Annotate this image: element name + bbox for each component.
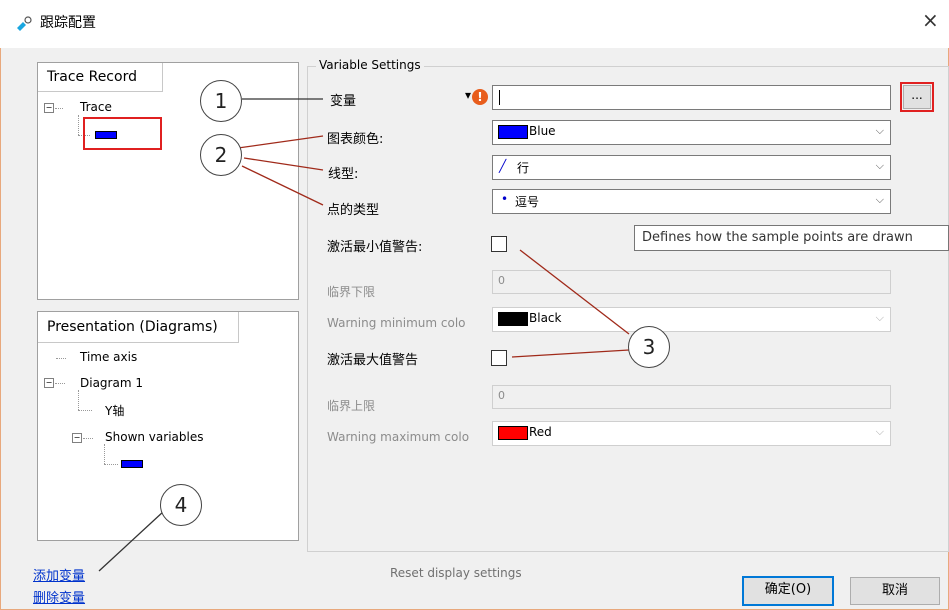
leader-line-3a — [519, 249, 630, 335]
callout-4: 4 — [160, 484, 202, 526]
annotation-lines — [98, 98, 630, 572]
leader-line-4 — [98, 510, 165, 572]
leader-line-3b — [511, 349, 630, 358]
callout-2: 2 — [200, 134, 242, 176]
callout-1: 1 — [200, 80, 242, 122]
leader-line-2b — [243, 157, 324, 171]
leader-line-2a — [237, 135, 324, 149]
callout-3: 3 — [628, 326, 670, 368]
leader-line-2c — [241, 165, 324, 206]
